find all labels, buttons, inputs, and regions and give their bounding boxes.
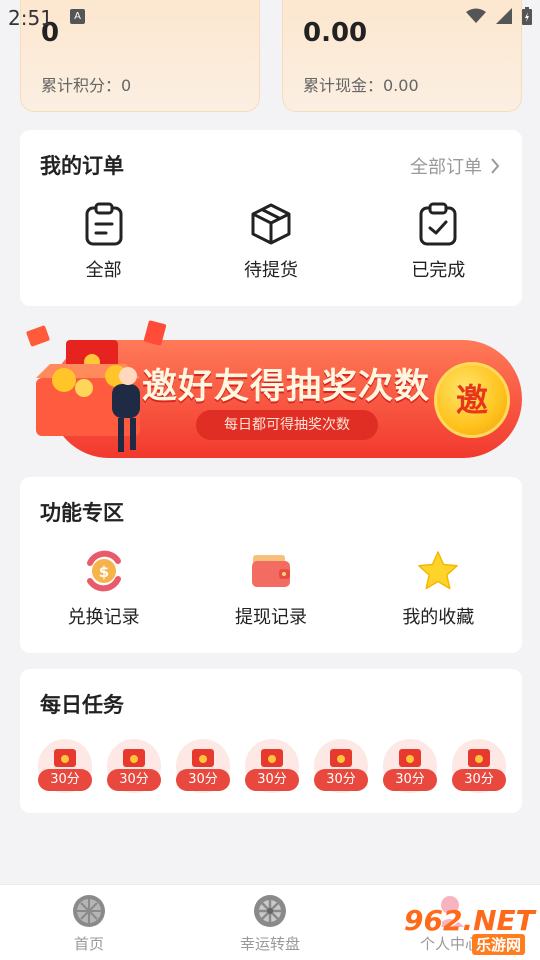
task-item[interactable]: 30分 <box>383 739 437 795</box>
red-envelope-icon <box>123 749 145 767</box>
clipboard-icon <box>85 202 123 246</box>
order-completed-button[interactable]: 已完成 <box>378 202 498 282</box>
clipboard-check-icon <box>419 202 457 246</box>
task-points-badge: 30分 <box>383 769 437 791</box>
red-envelope-icon <box>468 749 490 767</box>
wifi-icon <box>466 8 486 23</box>
home-icon <box>73 895 105 927</box>
order-status-row: 全部 待提货 已完成 <box>20 202 522 282</box>
watermark-site: 乐游网 <box>472 934 526 955</box>
my-favorites-label: 我的收藏 <box>402 607 475 628</box>
task-points-badge: 30分 <box>245 769 299 791</box>
order-pickup-label: 待提货 <box>243 260 298 281</box>
watermark-brand: 962.NET <box>404 904 535 937</box>
exchange-record-label: 兑换记录 <box>67 607 140 628</box>
task-item[interactable]: 30分 <box>176 739 230 795</box>
package-icon <box>251 203 291 245</box>
task-item[interactable]: 30分 <box>107 739 161 795</box>
order-pickup-button[interactable]: 待提货 <box>211 202 331 282</box>
my-favorites-button[interactable]: 我的收藏 <box>363 549 513 629</box>
points-total-label: 累计积分：0 <box>41 76 132 95</box>
banner-title: 邀好友得抽奖次数 <box>142 367 431 407</box>
orders-title: 我的订单 <box>40 154 124 178</box>
nav-lucky-wheel-label: 幸运转盘 <box>239 935 300 953</box>
task-points-badge: 30分 <box>314 769 368 791</box>
task-item[interactable]: 30分 <box>452 739 506 795</box>
star-icon <box>418 551 459 590</box>
invite-coin-button[interactable]: 邀 <box>434 362 510 438</box>
function-row: $ 兑换记录 提现记录 我的收藏 <box>20 549 522 629</box>
status-bar: 2:51 A <box>0 0 540 36</box>
task-row: 30分 30分 30分 30分 30分 30分 30分 <box>38 739 506 795</box>
svg-text:$: $ <box>98 563 108 581</box>
cash-total-label: 累计现金：0.00 <box>303 76 419 95</box>
all-orders-label: 全部订单 <box>410 157 482 178</box>
task-points-badge: 30分 <box>107 769 161 791</box>
tasks-title: 每日任务 <box>40 693 124 717</box>
daily-tasks-card: 每日任务 30分 30分 30分 30分 30分 30分 30分 <box>20 669 522 813</box>
exchange-record-button[interactable]: $ 兑换记录 <box>29 549 179 629</box>
red-envelope-icon <box>399 749 421 767</box>
task-points-badge: 30分 <box>38 769 92 791</box>
banner-subtitle: 每日都可得抽奖次数 <box>196 410 378 440</box>
functions-title: 功能专区 <box>40 501 124 525</box>
wheel-icon <box>254 895 286 927</box>
withdraw-record-label: 提现记录 <box>234 607 307 628</box>
task-points-badge: 30分 <box>176 769 230 791</box>
my-orders-card: 我的订单 全部订单 全部 待提货 已完成 <box>20 130 522 306</box>
task-item[interactable]: 30分 <box>314 739 368 795</box>
order-completed-label: 已完成 <box>411 260 466 281</box>
watermark-logo: 962.NET 乐游网 <box>402 904 535 956</box>
task-item[interactable]: 30分 <box>245 739 299 795</box>
coin-exchange-icon: $ <box>86 550 121 592</box>
notification-icon: A <box>70 9 85 24</box>
red-envelope-icon <box>261 749 283 767</box>
order-all-button[interactable]: 全部 <box>44 202 164 282</box>
status-time: 2:51 <box>8 6 53 30</box>
all-orders-link[interactable]: 全部订单 <box>410 153 500 179</box>
function-area-card: 功能专区 $ 兑换记录 提现记录 我的收藏 <box>20 477 522 653</box>
wallet-icon <box>251 555 290 587</box>
red-envelope-icon <box>330 749 352 767</box>
withdraw-record-button[interactable]: 提现记录 <box>196 549 346 629</box>
nav-home[interactable]: 首页 <box>39 893 139 954</box>
red-envelope-icon <box>54 749 76 767</box>
nav-lucky-wheel[interactable]: 幸运转盘 <box>220 893 320 954</box>
battery-icon <box>522 7 532 25</box>
status-indicators <box>466 7 532 25</box>
task-item[interactable]: 30分 <box>38 739 92 795</box>
invite-banner[interactable]: 邀好友得抽奖次数 每日都可得抽奖次数 邀 <box>16 318 524 466</box>
chevron-right-icon <box>491 158 500 174</box>
signal-icon <box>496 8 512 24</box>
nav-home-label: 首页 <box>73 935 104 953</box>
task-points-badge: 30分 <box>452 769 506 791</box>
red-envelope-icon <box>192 749 214 767</box>
order-all-label: 全部 <box>85 260 122 281</box>
